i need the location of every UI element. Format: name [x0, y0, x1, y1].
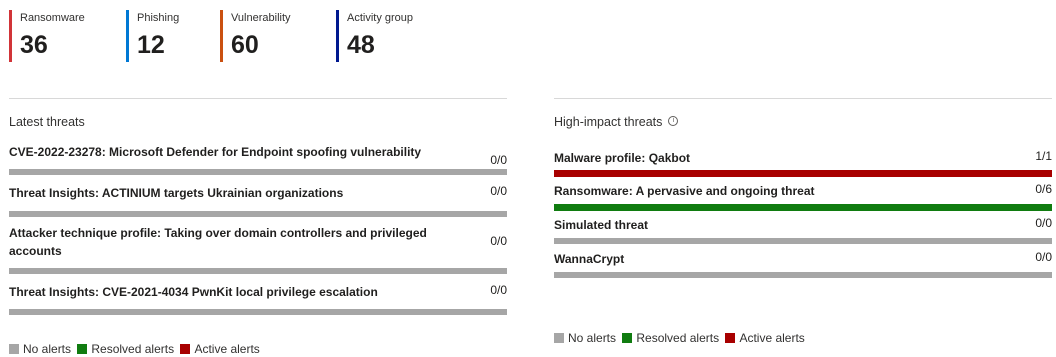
alert-bar [554, 238, 1052, 244]
stat-value: 12 [137, 31, 165, 59]
stat-label: Phishing [137, 12, 180, 24]
threat-name[interactable]: Malware profile: Qakbot [554, 149, 1052, 167]
stat-color-bar [9, 10, 12, 62]
legend-swatch [9, 344, 19, 354]
threat-row[interactable]: 0/0 CVE-2022-23278: Microsoft Defender f… [9, 143, 507, 175]
stat-activity-group[interactable]: Activity group 48 [336, 10, 413, 62]
stat-value: 60 [231, 31, 259, 59]
high-impact-title-text: High-impact threats [554, 115, 663, 129]
alerts-legend: No alerts Resolved alerts Active alerts [554, 331, 808, 345]
divider [554, 98, 1052, 99]
legend-swatch [554, 333, 564, 343]
alert-bar [554, 204, 1052, 211]
alert-count: 0/0 [490, 283, 507, 297]
alert-bar [9, 211, 507, 217]
alert-count: 0/0 [490, 184, 507, 198]
legend-label: Resolved alerts [91, 342, 175, 356]
stat-color-bar [220, 10, 223, 62]
stat-vulnerability[interactable]: Vulnerability 60 [220, 10, 291, 62]
threat-name[interactable]: Attacker technique profile: Taking over … [9, 224, 507, 260]
legend-label: Active alerts [194, 342, 260, 356]
stat-value: 48 [347, 31, 375, 59]
legend-swatch [622, 333, 633, 343]
high-impact-threats-panel: High-impact threats i 1/1 Malware profile… [554, 98, 1052, 278]
threat-row[interactable]: 0/0 WannaCrypt [554, 250, 1052, 278]
threat-row[interactable]: 0/0 Simulated threat [554, 216, 1052, 244]
alert-bar [9, 169, 507, 175]
legend-swatch [180, 344, 191, 354]
threat-row[interactable]: 1/1 Malware profile: Qakbot [554, 149, 1052, 177]
alert-bar [9, 268, 507, 274]
alert-count: 0/0 [1035, 216, 1052, 230]
latest-threats-panel: Latest threats 0/0 CVE-2022-23278: Micro… [9, 98, 507, 315]
legend-resolved-alerts: Resolved alerts [77, 342, 174, 356]
stat-label: Ransomware [20, 12, 85, 24]
threat-name[interactable]: Simulated threat [554, 216, 1052, 234]
alerts-legend: No alerts Resolved alerts Active alerts [9, 342, 263, 356]
stat-phishing[interactable]: Phishing 12 [126, 10, 179, 62]
legend-label: No alerts [568, 331, 617, 345]
stat-label: Activity group [347, 12, 414, 24]
threat-name[interactable]: CVE-2022-23278: Microsoft Defender for E… [9, 143, 507, 161]
stat-value: 36 [20, 31, 48, 59]
alert-count: 0/0 [490, 234, 507, 248]
alert-count: 1/1 [1035, 149, 1052, 163]
stat-ransomware[interactable]: Ransomware 36 [9, 10, 85, 62]
legend-no-alerts: No alerts [9, 342, 71, 356]
legend-swatch [725, 333, 736, 343]
stat-color-bar [126, 10, 129, 62]
legend-active-alerts: Active alerts [725, 331, 805, 345]
threat-row[interactable]: 0/0 Threat Insights: ACTINIUM targets Uk… [9, 184, 507, 217]
alert-count: 0/0 [1035, 250, 1052, 264]
stat-color-bar [336, 10, 339, 62]
latest-threats-title: Latest threats [9, 115, 85, 129]
legend-label: Active alerts [739, 331, 805, 345]
alert-count: 0/0 [490, 153, 507, 167]
threat-name[interactable]: Ransomware: A pervasive and ongoing thre… [554, 182, 1052, 200]
alert-bar [9, 309, 507, 315]
legend-resolved-alerts: Resolved alerts [622, 331, 719, 345]
alert-bar [554, 170, 1052, 177]
legend-label: Resolved alerts [636, 331, 720, 345]
info-icon[interactable]: i [668, 116, 679, 126]
threat-name[interactable]: Threat Insights: ACTINIUM targets Ukrain… [9, 184, 507, 202]
threat-row[interactable]: 0/6 Ransomware: A pervasive and ongoing … [554, 182, 1052, 211]
threat-row[interactable]: 0/0 Threat Insights: CVE-2021-4034 PwnKi… [9, 283, 507, 315]
threat-name[interactable]: Threat Insights: CVE-2021-4034 PwnKit lo… [9, 283, 507, 301]
alert-count: 0/6 [1035, 182, 1052, 196]
high-impact-title: High-impact threats i [554, 115, 1052, 129]
legend-label: No alerts [23, 342, 72, 356]
divider [9, 98, 507, 99]
legend-swatch [77, 344, 88, 354]
legend-active-alerts: Active alerts [180, 342, 260, 356]
stat-label: Vulnerability [231, 12, 291, 24]
threat-row[interactable]: 0/0 Attacker technique profile: Taking o… [9, 224, 507, 274]
legend-no-alerts: No alerts [554, 331, 616, 345]
alert-bar [554, 272, 1052, 278]
threat-name[interactable]: WannaCrypt [554, 250, 1052, 268]
